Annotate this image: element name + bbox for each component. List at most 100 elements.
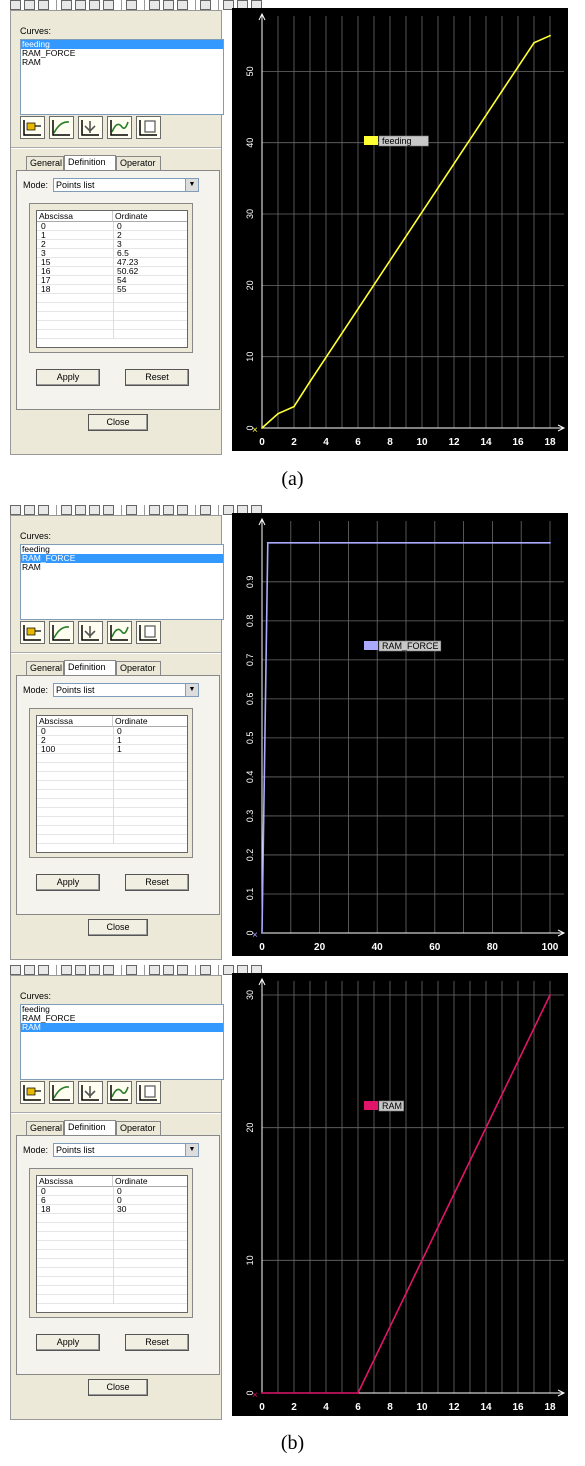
reset-button[interactable]: Reset xyxy=(125,1334,189,1351)
table-row[interactable] xyxy=(37,312,187,321)
reset-button[interactable]: Reset xyxy=(125,369,189,386)
column-header-abscissa[interactable]: Abscissa xyxy=(37,716,113,727)
ordinate-cell[interactable] xyxy=(115,790,117,799)
table-row[interactable]: 00 xyxy=(37,1187,187,1196)
abscissa-cell[interactable]: 18 xyxy=(39,1205,50,1214)
table-row[interactable] xyxy=(37,817,187,826)
apply-button[interactable]: Apply xyxy=(36,874,100,891)
ordinate-cell[interactable] xyxy=(115,1241,117,1250)
table-row[interactable]: 17 54 xyxy=(37,276,187,285)
export-icon[interactable] xyxy=(103,965,114,975)
reset-button[interactable]: Reset xyxy=(125,874,189,891)
table-row[interactable]: 21 xyxy=(37,736,187,745)
ordinate-cell[interactable] xyxy=(115,1286,117,1295)
ordinate-cell[interactable] xyxy=(115,1250,117,1259)
add-curve-icon[interactable] xyxy=(20,1081,45,1104)
plot-area[interactable]: 0 0.1 0.2 0.3 0.4 0.5 0.6 0.7 0.8 0.9 0 20 40 60 80 100… xyxy=(232,513,568,956)
save-as-icon[interactable] xyxy=(89,0,100,10)
ordinate-cell[interactable] xyxy=(115,1232,117,1241)
edit-points-icon[interactable] xyxy=(49,621,74,644)
select-icon[interactable] xyxy=(149,965,160,975)
edit-curve-icon[interactable] xyxy=(24,505,35,515)
plot-area[interactable]: 0 10 20 30 40 50 0 2 4 6 8 10 12 14 16 18 × feeding xyxy=(232,8,568,451)
tab-general[interactable]: General xyxy=(26,661,64,675)
table-row[interactable] xyxy=(37,294,187,303)
table-row[interactable] xyxy=(37,1241,187,1250)
abscissa-cell[interactable] xyxy=(39,321,41,330)
abscissa-cell[interactable] xyxy=(39,1214,41,1223)
chevron-down-icon[interactable]: ▼ xyxy=(185,1144,198,1156)
table-row[interactable] xyxy=(37,781,187,790)
points-table[interactable]: Abscissa Ordinate 0 0 2 1 100 1 xyxy=(36,715,188,853)
chevron-down-icon[interactable]: ▼ xyxy=(185,179,198,191)
save-as-icon[interactable] xyxy=(89,505,100,515)
abscissa-cell[interactable] xyxy=(39,1241,41,1250)
add-curve-icon[interactable] xyxy=(20,621,45,644)
abscissa-cell[interactable] xyxy=(39,294,41,303)
table-row[interactable]: 12 xyxy=(37,231,187,240)
table-row[interactable]: 00 xyxy=(37,222,187,231)
abscissa-cell[interactable] xyxy=(39,835,41,844)
abscissa-cell[interactable] xyxy=(39,1277,41,1286)
ordinate-cell[interactable] xyxy=(115,1268,117,1277)
abscissa-cell[interactable] xyxy=(39,754,41,763)
curve-list-item[interactable]: RAM xyxy=(21,1023,223,1032)
curves-listbox[interactable]: feeding RAM_FORCE RAM xyxy=(20,544,224,620)
abscissa-cell[interactable] xyxy=(39,763,41,772)
table-row[interactable] xyxy=(37,1250,187,1259)
table-row[interactable]: 23 xyxy=(37,240,187,249)
edit-curve-icon[interactable] xyxy=(24,965,35,975)
abscissa-cell[interactable] xyxy=(39,772,41,781)
table-row[interactable] xyxy=(37,772,187,781)
abscissa-cell[interactable] xyxy=(39,1268,41,1277)
abscissa-cell[interactable]: 18 xyxy=(39,285,50,294)
ordinate-cell[interactable] xyxy=(115,826,117,835)
table-row[interactable]: 3 6.5 xyxy=(37,249,187,258)
column-header-ordinate[interactable]: Ordinate xyxy=(113,1176,187,1187)
delete-curve-icon[interactable] xyxy=(38,505,49,515)
table-row[interactable]: 16 50.62 xyxy=(37,267,187,276)
ordinate-cell[interactable] xyxy=(115,817,117,826)
abscissa-cell[interactable] xyxy=(39,312,41,321)
ordinate-cell[interactable] xyxy=(115,294,117,303)
ordinate-cell[interactable] xyxy=(115,772,117,781)
abscissa-cell[interactable] xyxy=(39,330,41,339)
tab-definition[interactable]: Definition xyxy=(64,1120,116,1135)
apply-button[interactable]: Apply xyxy=(36,369,100,386)
table-row[interactable] xyxy=(37,1259,187,1268)
apply-button[interactable]: Apply xyxy=(36,1334,100,1351)
mode-select[interactable]: Points list ▼ xyxy=(53,178,199,192)
table-row[interactable] xyxy=(37,1214,187,1223)
table-row[interactable] xyxy=(37,321,187,330)
pick-icon[interactable] xyxy=(177,965,188,975)
abscissa-cell[interactable] xyxy=(39,1259,41,1268)
table-row[interactable] xyxy=(37,763,187,772)
export-icon[interactable] xyxy=(103,0,114,10)
ordinate-cell[interactable] xyxy=(115,799,117,808)
table-row[interactable] xyxy=(37,1268,187,1277)
ordinate-cell[interactable] xyxy=(115,312,117,321)
edit-points-icon[interactable] xyxy=(49,1081,74,1104)
ordinate-cell[interactable] xyxy=(115,754,117,763)
abscissa-cell[interactable] xyxy=(39,790,41,799)
delete-curve-icon[interactable] xyxy=(38,965,49,975)
table-row[interactable] xyxy=(37,303,187,312)
table-row[interactable]: 18 55 xyxy=(37,285,187,294)
table-row[interactable] xyxy=(37,330,187,339)
table-row[interactable] xyxy=(37,835,187,844)
table-row[interactable] xyxy=(37,826,187,835)
abscissa-cell[interactable] xyxy=(39,826,41,835)
transform-curve-icon[interactable] xyxy=(107,1081,132,1104)
table-row[interactable]: 15 47.23 xyxy=(37,258,187,267)
move-icon[interactable] xyxy=(163,965,174,975)
tab-general[interactable]: General xyxy=(26,156,64,170)
save-icon[interactable] xyxy=(75,965,86,975)
abscissa-cell[interactable] xyxy=(39,1286,41,1295)
column-header-ordinate[interactable]: Ordinate xyxy=(113,211,187,222)
ordinate-cell[interactable] xyxy=(115,1259,117,1268)
open-icon[interactable] xyxy=(61,0,72,10)
copy-icon[interactable] xyxy=(200,505,211,515)
new-curve-icon[interactable] xyxy=(10,505,21,515)
curve-properties-icon[interactable] xyxy=(136,621,161,644)
curve-list-item[interactable]: RAM_FORCE xyxy=(21,49,223,58)
